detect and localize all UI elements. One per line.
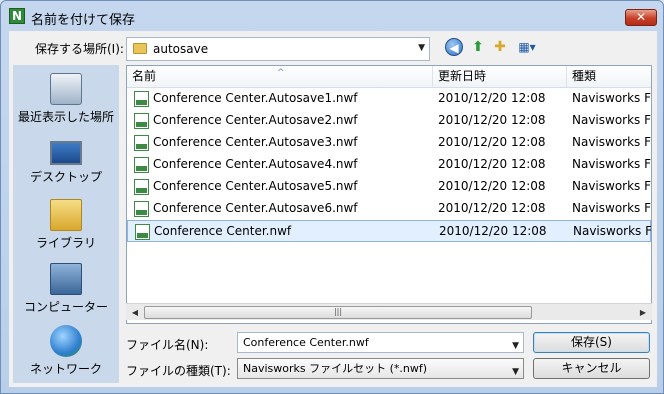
file-row[interactable]: Conference Center.Autosave3.nwf 2010/12/…	[127, 132, 651, 154]
place-label: ネットワーク	[29, 362, 102, 376]
file-type: Navisworks F	[572, 157, 652, 171]
file-type: Navisworks F	[573, 224, 652, 238]
place-label: コンピューター	[23, 300, 108, 314]
nwf-file-icon	[134, 113, 149, 129]
save-button[interactable]: 保存(S)	[533, 332, 650, 353]
save-location-label: 保存する場所(I):	[35, 42, 124, 56]
file-row[interactable]: Conference Center.Autosave1.nwf 2010/12/…	[127, 88, 651, 110]
file-name: Conference Center.Autosave4.nwf	[153, 157, 358, 171]
window-title: 名前を付けて保存	[31, 13, 136, 28]
place-computer[interactable]: コンピューター	[13, 259, 119, 321]
close-button[interactable]: ✕	[625, 9, 657, 26]
place-label: デスクトップ	[29, 170, 102, 184]
save-location-dropdown[interactable]: autosave ▼	[126, 37, 430, 61]
horizontal-scrollbar[interactable]: ◀ ||| ▶	[126, 303, 652, 320]
place-label: ライブラリ	[35, 236, 96, 250]
file-name: Conference Center.Autosave5.nwf	[153, 179, 358, 193]
file-name: Conference Center.nwf	[154, 224, 292, 238]
file-type: Navisworks F	[572, 135, 652, 149]
scroll-right-icon[interactable]: ▶	[636, 306, 650, 319]
file-date: 2010/12/20 12:08	[438, 91, 546, 105]
column-header-row: ^ 名前 更新日時 種類	[127, 66, 651, 88]
file-type: Navisworks F	[572, 179, 652, 193]
column-header-type[interactable]: 種類	[567, 66, 651, 87]
computer-icon	[50, 263, 82, 295]
file-list[interactable]: ^ 名前 更新日時 種類 Conference Center.Autosave1…	[126, 65, 652, 324]
file-row[interactable]: Conference Center.Autosave5.nwf 2010/12/…	[127, 176, 651, 198]
place-desktop[interactable]: デスクトップ	[13, 133, 119, 195]
place-label: 最近表示した場所	[17, 110, 114, 124]
column-header-date[interactable]: 更新日時	[433, 66, 567, 87]
file-date: 2010/12/20 12:08	[438, 179, 546, 193]
file-date: 2010/12/20 12:08	[438, 157, 546, 171]
nwf-file-icon	[134, 179, 149, 195]
recent-places-icon	[50, 73, 82, 105]
chevron-down-icon[interactable]: ▼	[418, 43, 425, 53]
file-name: Conference Center.Autosave2.nwf	[153, 113, 358, 127]
filename-label: ファイル名(N):	[126, 338, 209, 352]
column-header-label: 名前	[132, 69, 157, 83]
filetype-label: ファイルの種類(T):	[126, 364, 231, 378]
file-type: Navisworks F	[572, 91, 652, 105]
up-folder-icon[interactable]: ⬆	[469, 38, 487, 56]
place-recent[interactable]: 最近表示した場所	[13, 69, 119, 131]
save-as-dialog: N 名前を付けて保存 ✕ 保存する場所(I): autosave ▼ ◀ ⬆ ✚…	[0, 0, 664, 394]
back-icon[interactable]: ◀	[445, 38, 463, 56]
file-row-selected[interactable]: Conference Center.nwf 2010/12/20 12:08 N…	[127, 220, 651, 242]
nwf-file-icon	[134, 201, 149, 217]
file-name: Conference Center.Autosave1.nwf	[153, 91, 358, 105]
filename-value: Conference Center.nwf	[243, 336, 369, 349]
file-row[interactable]: Conference Center.Autosave6.nwf 2010/12/…	[127, 198, 651, 220]
nwf-file-icon	[135, 224, 150, 240]
view-menu-icon[interactable]: ▦▾	[515, 38, 539, 56]
place-network[interactable]: ネットワーク	[13, 321, 119, 383]
chevron-down-icon[interactable]: ▼	[512, 363, 519, 382]
new-folder-icon[interactable]: ✚	[491, 38, 509, 56]
column-header-name[interactable]: ^ 名前	[127, 66, 433, 87]
file-row[interactable]: Conference Center.Autosave2.nwf 2010/12/…	[127, 110, 651, 132]
folder-icon	[133, 43, 147, 54]
file-name: Conference Center.Autosave6.nwf	[153, 201, 358, 215]
file-date: 2010/12/20 12:08	[439, 224, 547, 238]
places-bar: 最近表示した場所 デスクトップ ライブラリ コンピューター ネットワーク	[13, 65, 119, 383]
file-date: 2010/12/20 12:08	[438, 113, 546, 127]
desktop-icon	[50, 141, 82, 165]
file-type: Navisworks F	[572, 113, 652, 127]
nwf-file-icon	[134, 135, 149, 151]
sort-ascending-icon: ^	[277, 68, 285, 78]
file-date: 2010/12/20 12:08	[438, 201, 546, 215]
place-library[interactable]: ライブラリ	[13, 195, 119, 257]
filetype-value: Navisworks ファイルセット (*.nwf)	[243, 362, 428, 375]
network-icon	[50, 325, 82, 357]
navisworks-app-icon: N	[9, 8, 25, 24]
nwf-file-icon	[134, 157, 149, 173]
cancel-button[interactable]: キャンセル	[533, 358, 650, 379]
file-date: 2010/12/20 12:08	[438, 135, 546, 149]
file-row[interactable]: Conference Center.Autosave4.nwf 2010/12/…	[127, 154, 651, 176]
nwf-file-icon	[134, 91, 149, 107]
filetype-select[interactable]: Navisworks ファイルセット (*.nwf) ▼	[237, 358, 524, 379]
dialog-body: 保存する場所(I): autosave ▼ ◀ ⬆ ✚ ▦▾ 最近表示した場所 …	[9, 31, 657, 387]
filename-input[interactable]: Conference Center.nwf ▼	[237, 332, 524, 353]
file-name: Conference Center.Autosave3.nwf	[153, 135, 358, 149]
title-bar[interactable]: N 名前を付けて保存 ✕	[1, 1, 663, 33]
file-type: Navisworks F	[572, 201, 652, 215]
library-icon	[50, 199, 82, 231]
scroll-left-icon[interactable]: ◀	[128, 306, 142, 319]
chevron-down-icon[interactable]: ▼	[512, 337, 519, 356]
save-location-value: autosave	[153, 42, 209, 56]
scroll-thumb[interactable]: |||	[144, 306, 532, 319]
